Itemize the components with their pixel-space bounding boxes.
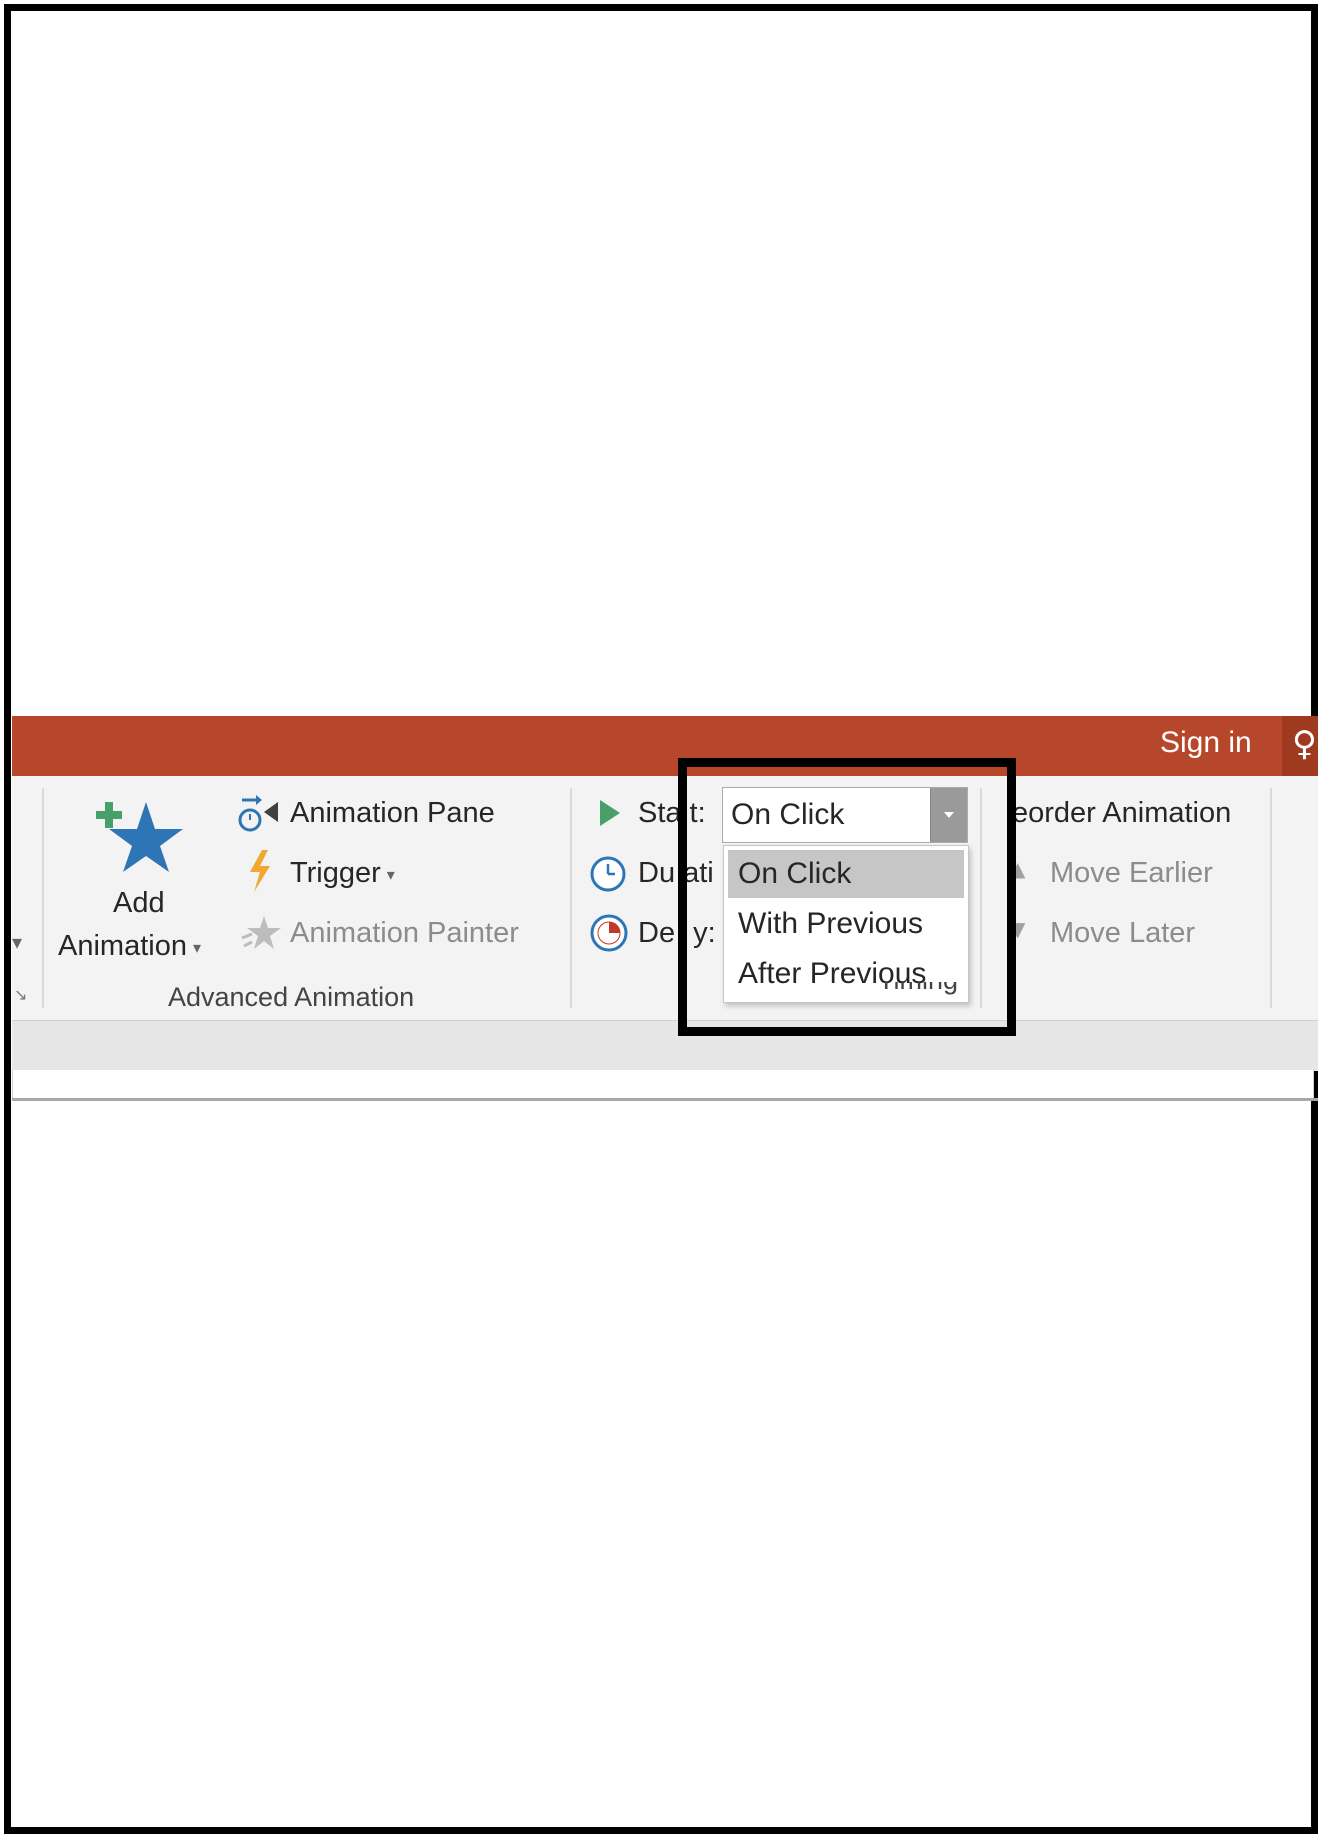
- delay-label: De y:: [638, 917, 716, 949]
- reorder-animation-title: eorder Animation: [1012, 797, 1232, 829]
- start-combo-box[interactable]: On Click: [722, 787, 968, 843]
- separator: [42, 788, 44, 1008]
- animation-pane-icon: [238, 795, 278, 832]
- add-animation-label-line2: Animation ▾: [58, 930, 201, 962]
- dropdown-option-with-previous[interactable]: With Previous: [728, 900, 964, 948]
- combo-dropdown-button[interactable]: [930, 788, 967, 842]
- slide-area-strip: [12, 1070, 1314, 1099]
- clock-icon: [590, 856, 626, 892]
- sign-in-link[interactable]: Sign in: [1160, 726, 1252, 760]
- play-icon: [600, 800, 620, 826]
- start-combo-value: On Click: [731, 798, 845, 831]
- chevron-down-icon: ▾: [192, 937, 201, 957]
- dialog-launcher-icon[interactable]: ↘: [14, 985, 27, 1005]
- separator: [980, 788, 982, 1008]
- arrow-up-icon: ▲: [1010, 857, 1026, 881]
- delay-clock-icon: [590, 914, 628, 952]
- add-animation-label-line1: Add: [113, 887, 165, 919]
- painter-star-icon: [241, 916, 281, 949]
- move-earlier-button[interactable]: Move Earlier: [1050, 857, 1213, 890]
- prev-group-arrow-icon[interactable]: ▾: [12, 930, 22, 955]
- advanced-animation-group-label: Advanced Animation: [168, 982, 415, 1012]
- duration-label: Du ati: [638, 857, 714, 889]
- animation-pane-button[interactable]: Animation Pane: [290, 797, 495, 830]
- start-dropdown-list: On Click With Previous After Previous: [723, 845, 969, 1003]
- star-plus-icon: [96, 802, 183, 872]
- ribbon-shadow: [12, 1098, 1318, 1101]
- separator: [1270, 788, 1272, 1008]
- title-bar: [12, 716, 1318, 776]
- animation-painter-button[interactable]: Animation Painter: [290, 917, 519, 950]
- move-later-button[interactable]: Move Later: [1050, 917, 1195, 950]
- arrow-down-icon: ▼: [1010, 917, 1026, 941]
- user-icon: ♀: [1292, 724, 1317, 764]
- separator: [570, 788, 572, 1008]
- chevron-down-icon: ▾: [386, 864, 395, 884]
- ribbon-lower-bar: [12, 1020, 1318, 1071]
- start-label: Sta t:: [638, 797, 706, 829]
- timing-group-label: Timing: [878, 982, 958, 996]
- lightning-icon: [250, 850, 270, 892]
- dropdown-option-on-click[interactable]: On Click: [728, 850, 964, 898]
- trigger-button[interactable]: Trigger ▾: [290, 857, 395, 890]
